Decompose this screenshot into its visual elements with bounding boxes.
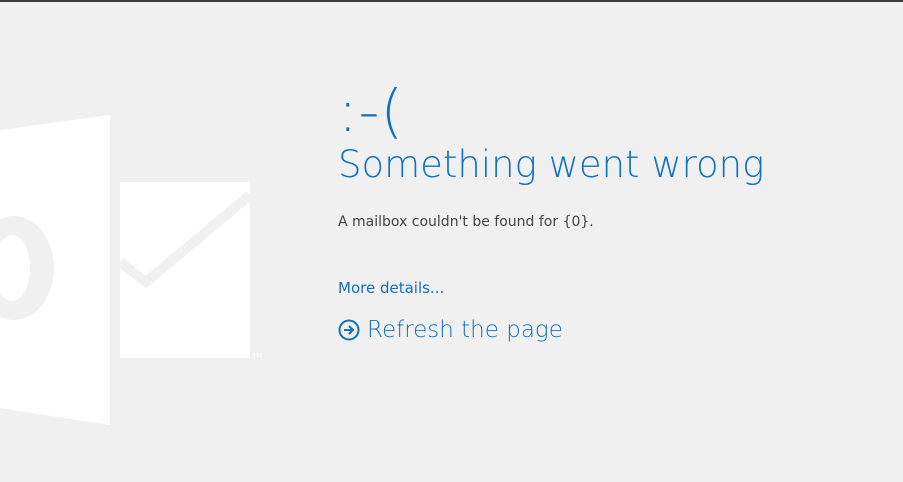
refresh-page-link[interactable]: Refresh the page [338,316,563,344]
refresh-page-label: Refresh the page [367,317,563,343]
page-title: Something went wrong [338,143,765,186]
more-details-link[interactable]: More details... [338,278,444,298]
error-message: A mailbox couldn't be found for {0}. [338,214,594,230]
circle-arrow-right-icon [338,319,360,341]
trademark-label: TM [251,352,262,360]
sad-emoticon: :-( [338,77,405,145]
outlook-logo-icon: TM [0,115,262,425]
error-content: :-( Something went wrong A mailbox could… [338,78,878,344]
